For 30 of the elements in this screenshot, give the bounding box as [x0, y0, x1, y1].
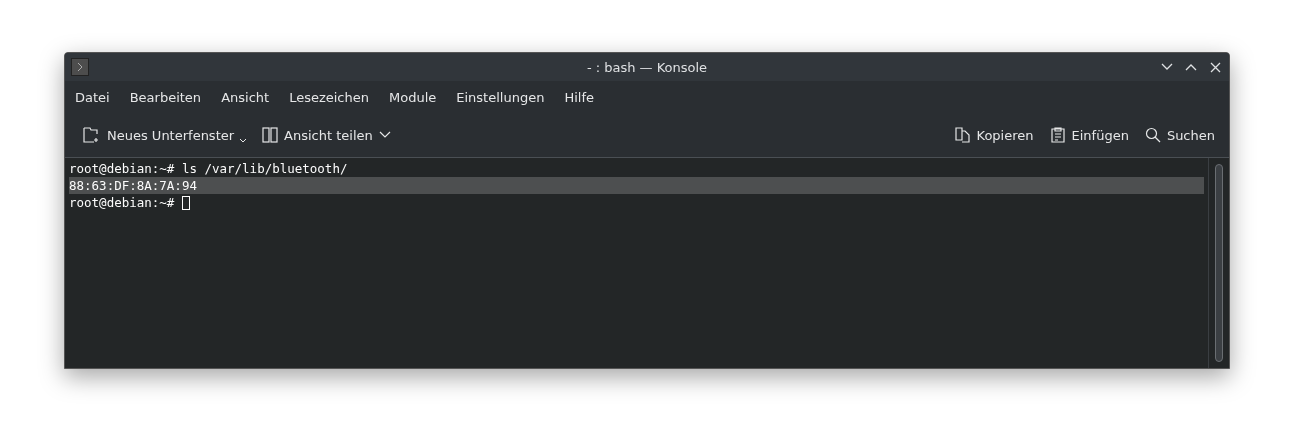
copy-icon	[954, 127, 971, 143]
clipboard-icon	[1049, 127, 1066, 143]
chevron-up-icon	[1185, 63, 1197, 71]
menu-item[interactable]: Hilfe	[554, 85, 604, 109]
chevron-right-icon	[76, 62, 84, 72]
text-cursor	[181, 195, 190, 210]
menu-item[interactable]: Module	[379, 85, 447, 109]
window-title: - : bash — Konsole	[586, 59, 708, 75]
toolbar-button[interactable]: Suchen	[1136, 123, 1223, 147]
toolbar-button[interactable]: Neues Unterfenster	[75, 123, 255, 147]
close-icon	[1209, 61, 1221, 73]
terminal-line: root@debian:~# ls /var/lib/bluetooth/	[69, 160, 349, 177]
app-icon[interactable]	[71, 58, 89, 76]
toolbar-button[interactable]: Einfügen	[1041, 123, 1137, 147]
menu-item[interactable]: Einstellungen	[446, 85, 555, 109]
scrollbar-thumb[interactable]	[1215, 164, 1223, 362]
toolbar-button[interactable]: Kopieren	[946, 123, 1042, 147]
terminal-line: root@debian:~#	[69, 194, 1204, 211]
menu-item[interactable]: Bearbeiten	[119, 85, 212, 109]
caret-icon	[378, 131, 391, 139]
terminal-area[interactable]: root@debian:~# ls /var/lib/bluetooth/ 88:63:DF:8A:7A:94 root@debian:~#	[65, 158, 1229, 368]
menu-item[interactable]: Lesezeichen	[279, 85, 379, 109]
dropdown-indicator-icon	[240, 139, 247, 143]
toolbar-button[interactable]: Ansicht teilen	[254, 123, 399, 147]
chevron-down-icon	[1161, 63, 1173, 71]
search-icon	[1144, 127, 1161, 143]
new-tab-icon	[83, 127, 101, 143]
split-view-icon	[262, 127, 279, 143]
menu-item[interactable]: Datei	[65, 85, 120, 109]
menu-item[interactable]: Ansicht	[211, 85, 280, 109]
